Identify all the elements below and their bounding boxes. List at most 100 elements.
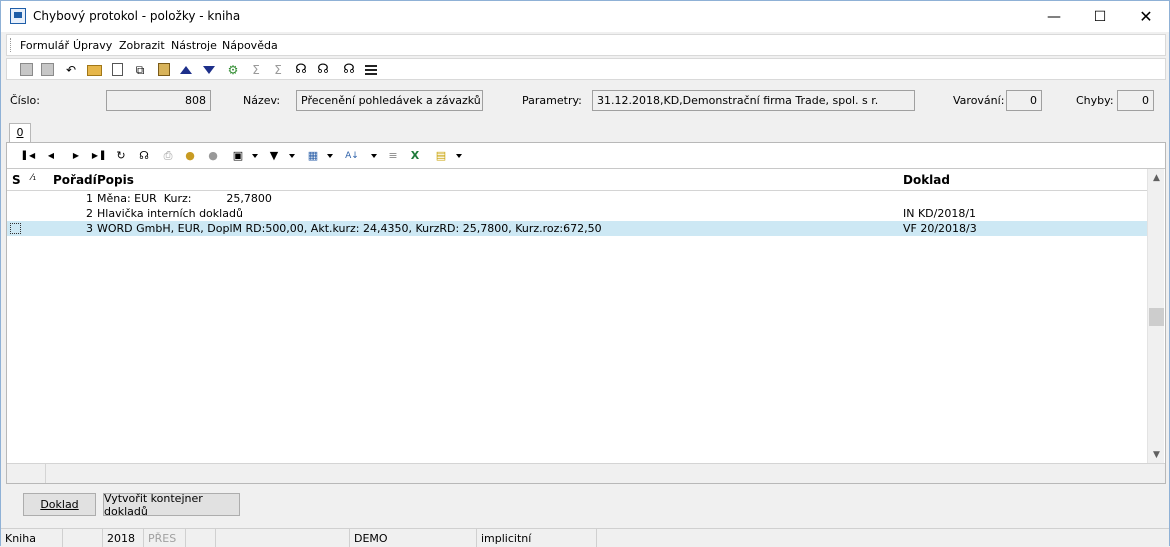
window: Chybový protokol - položky - kniha — ☐ ✕… bbox=[0, 0, 1170, 547]
cislo-field[interactable]: 808 bbox=[106, 90, 211, 111]
cell-popis: Hlavička interních dokladů bbox=[97, 207, 243, 220]
col-popis[interactable]: Popis bbox=[97, 173, 134, 187]
new-document-icon[interactable] bbox=[112, 63, 123, 76]
undo-icon[interactable]: ↶ bbox=[63, 62, 79, 78]
tab-0[interactable]: 0 bbox=[9, 123, 31, 142]
refresh-icon[interactable]: ↻ bbox=[113, 148, 129, 164]
print-icon[interactable]: ⎙ bbox=[160, 148, 176, 164]
excel-icon[interactable]: X bbox=[407, 148, 423, 164]
cell-doklad: VF 20/2018/3 bbox=[903, 222, 977, 235]
menu-nastroje[interactable]: Nástroje bbox=[171, 39, 217, 52]
notes-icon[interactable]: ▤ bbox=[433, 148, 449, 164]
cislo-label: Číslo: bbox=[10, 94, 40, 107]
lines-icon[interactable] bbox=[365, 65, 377, 75]
sum-icon[interactable]: Σ bbox=[248, 62, 264, 78]
title-bar: Chybový protokol - položky - kniha — ☐ ✕ bbox=[1, 1, 1169, 32]
col-doklad[interactable]: Doklad bbox=[903, 173, 950, 187]
vertical-scrollbar[interactable]: ▲ ▼ bbox=[1147, 169, 1164, 463]
next-record-icon[interactable]: ▶ bbox=[68, 148, 84, 164]
lock-grey-icon[interactable]: ● bbox=[205, 148, 221, 164]
sort-az-icon[interactable]: A↓ bbox=[344, 148, 360, 164]
varovani-label: Varování: bbox=[953, 94, 1005, 107]
parametry-label: Parametry: bbox=[522, 94, 582, 107]
menu-upravy[interactable]: Úpravy bbox=[73, 39, 112, 52]
green-tool-icon[interactable]: ⚙ bbox=[225, 62, 241, 78]
parametry-field[interactable]: 31.12.2018,KD,Demonstrační firma Trade, … bbox=[592, 90, 915, 111]
binoculars-find-icon[interactable]: ☊ bbox=[341, 62, 357, 78]
grid-footer-cell bbox=[7, 464, 46, 483]
prev-record-icon[interactable]: ◀ bbox=[43, 148, 59, 164]
menu-napoveda[interactable]: Nápověda bbox=[222, 39, 278, 52]
open-folder-icon[interactable] bbox=[87, 65, 102, 76]
nazev-field[interactable]: Přecenění pohledávek a závazků bbox=[296, 90, 483, 111]
save-as-icon[interactable] bbox=[41, 63, 54, 76]
binoculars-next-icon[interactable]: ☊ bbox=[315, 62, 331, 78]
cell-popis: Měna: EUR Kurz: 25,7800 bbox=[97, 192, 272, 205]
scroll-down-icon[interactable]: ▼ bbox=[1148, 446, 1165, 463]
status-kniha: Kniha bbox=[1, 529, 63, 547]
status-empty-2 bbox=[186, 529, 216, 547]
maximize-button[interactable]: ☐ bbox=[1077, 1, 1123, 32]
arrow-down-icon[interactable] bbox=[203, 66, 215, 74]
col-sort[interactable]: ⁄₁ bbox=[31, 173, 36, 183]
menu-bar: Formulář Úpravy Zobrazit Nástroje Nápově… bbox=[6, 34, 1166, 56]
scroll-up-icon[interactable]: ▲ bbox=[1148, 169, 1165, 186]
cell-poradi: 2 bbox=[86, 207, 93, 220]
save-icon[interactable] bbox=[20, 63, 33, 76]
status-profile: implicitní bbox=[477, 529, 597, 547]
tab-row: 0 bbox=[6, 120, 1166, 142]
binoculars-icon[interactable]: ☊ bbox=[293, 62, 309, 78]
sum-grey-icon[interactable]: Σ bbox=[270, 62, 286, 78]
camera-icon[interactable]: ▣ bbox=[230, 148, 246, 164]
arrow-up-icon[interactable] bbox=[180, 66, 192, 74]
table-dropdown-icon[interactable] bbox=[327, 154, 333, 158]
varovani-field[interactable]: 0 bbox=[1006, 90, 1042, 111]
status-year: 2018 bbox=[103, 529, 144, 547]
notes-dropdown-icon[interactable] bbox=[456, 154, 462, 158]
status-bar: Kniha 2018 PŘES DEMO implicitní bbox=[1, 528, 1169, 547]
chyby-label: Chyby: bbox=[1076, 94, 1114, 107]
col-s[interactable]: S bbox=[12, 173, 21, 187]
camera-dropdown-icon[interactable] bbox=[252, 154, 258, 158]
menu-zobrazit[interactable]: Zobrazit bbox=[119, 39, 165, 52]
binoculars-icon[interactable]: ☊ bbox=[136, 148, 152, 164]
doklad-button-label: Doklad bbox=[40, 498, 79, 511]
copy-icon[interactable]: ⧉ bbox=[132, 62, 148, 78]
nazev-label: Název: bbox=[243, 94, 281, 107]
list-icon[interactable]: ≡ bbox=[385, 148, 401, 164]
grid-header: S ⁄₁ Pořadí Popis Doklad bbox=[7, 169, 1147, 191]
cell-popis: WORD GmbH, EUR, DoplM RD:500,00, Akt.kur… bbox=[97, 222, 602, 235]
filter-dropdown-icon[interactable] bbox=[289, 154, 295, 158]
items-panel: ▌◀ ◀ ▶ ▶▐ ↻ ☊ ⎙ ● ● ▣ ▼ ▦ A↓ ≡ X ▤ S ⁄₁ bbox=[6, 142, 1166, 484]
items-grid: S ⁄₁ Pořadí Popis Doklad 1 Měna: EUR Kur… bbox=[7, 168, 1165, 463]
lock-icon[interactable]: ● bbox=[182, 148, 198, 164]
filter-icon[interactable]: ▼ bbox=[266, 148, 282, 164]
app-icon bbox=[10, 8, 26, 24]
row-focus-box[interactable] bbox=[10, 223, 21, 234]
create-container-button[interactable]: Vytvořit kontejner dokladů bbox=[103, 492, 240, 518]
table-row[interactable]: 2 Hlavička interních dokladů IN KD/2018/… bbox=[7, 206, 1147, 221]
minimize-button[interactable]: — bbox=[1031, 1, 1077, 32]
scroll-thumb[interactable] bbox=[1149, 308, 1164, 326]
menu-formular[interactable]: Formulář bbox=[20, 39, 69, 52]
cell-poradi: 1 bbox=[86, 192, 93, 205]
tab-0-label: 0 bbox=[16, 126, 24, 139]
close-button[interactable]: ✕ bbox=[1123, 1, 1169, 32]
table-edit-icon[interactable]: ▦ bbox=[305, 148, 321, 164]
status-firm: DEMO bbox=[350, 529, 477, 547]
chyby-field[interactable]: 0 bbox=[1117, 90, 1154, 111]
book-icon[interactable] bbox=[158, 63, 170, 76]
table-row[interactable]: 1 Měna: EUR Kurz: 25,7800 bbox=[7, 191, 1147, 206]
sort-dropdown-icon[interactable] bbox=[371, 154, 377, 158]
first-record-icon[interactable]: ▌◀ bbox=[21, 148, 37, 164]
main-toolbar: ↶ ⧉ ⚙ Σ Σ ☊ ☊ ☊ bbox=[6, 58, 1166, 80]
window-title: Chybový protokol - položky - kniha bbox=[33, 9, 241, 23]
grid-toolbar: ▌◀ ◀ ▶ ▶▐ ↻ ☊ ⎙ ● ● ▣ ▼ ▦ A↓ ≡ X ▤ bbox=[7, 143, 1165, 168]
doklad-button[interactable]: Doklad bbox=[23, 493, 96, 516]
col-poradi[interactable]: Pořadí bbox=[53, 173, 97, 187]
status-mode: PŘES bbox=[144, 529, 186, 547]
cell-doklad: IN KD/2018/1 bbox=[903, 207, 977, 220]
table-row-selected[interactable]: 3 WORD GmbH, EUR, DoplM RD:500,00, Akt.k… bbox=[7, 221, 1147, 236]
last-record-icon[interactable]: ▶▐ bbox=[90, 148, 106, 164]
menu-grip bbox=[10, 38, 12, 52]
